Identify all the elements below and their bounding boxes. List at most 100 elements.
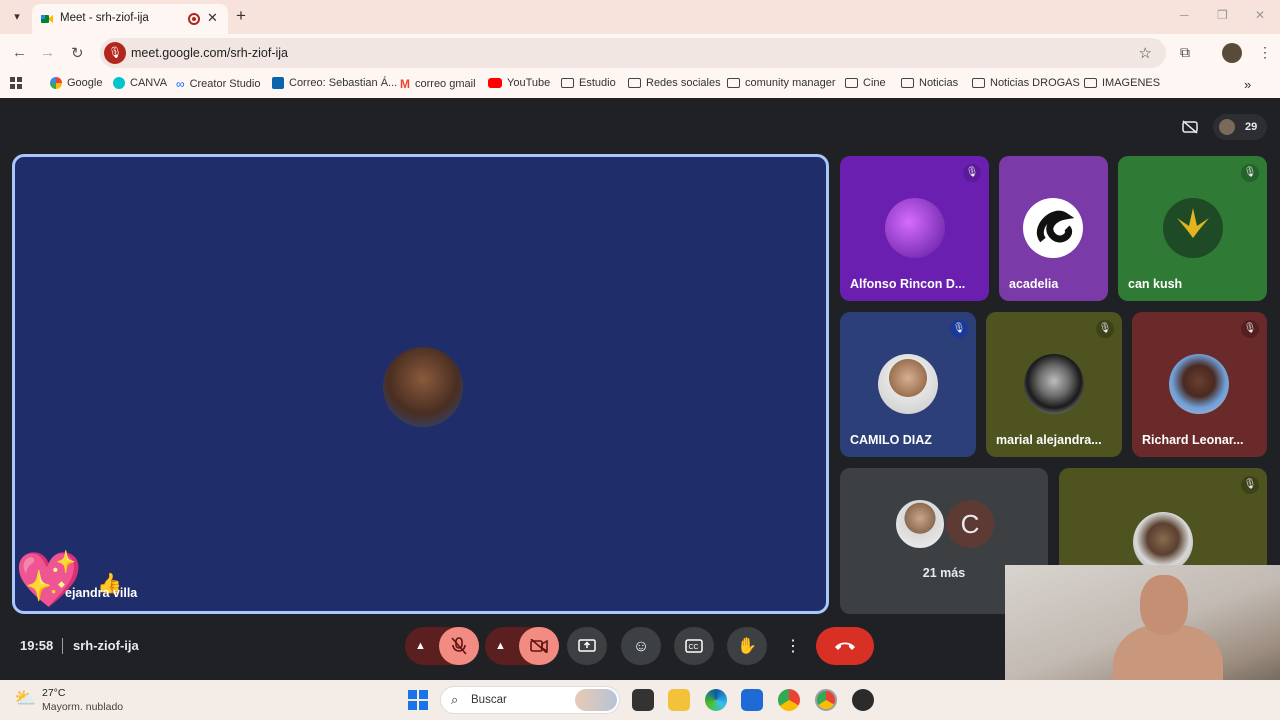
bookmark-star-icon[interactable]: ☆ [1139,44,1152,62]
avatar [894,498,946,550]
new-tab-button[interactable]: + [236,6,246,26]
participant-tile[interactable]: 🎙 Alfonso Rincon D... [840,156,989,301]
extensions-icon[interactable]: ⧉ [1180,44,1190,61]
avatar [878,354,938,414]
leave-call-button[interactable] [816,627,874,665]
file-explorer-icon[interactable] [668,689,690,711]
captions-button[interactable]: CC [674,627,714,665]
emoji-icon: ☺ [632,638,650,655]
menu-kebab-icon[interactable]: ⋮ [1258,44,1272,61]
mic-off-icon: 🎙 [1096,320,1114,338]
weather-cloud-icon[interactable]: ⛅ [14,688,36,709]
browser-toolbar: ← → ↻ 🎙 meet.google.com/srh-ziof-ija ☆ ⧉… [0,34,1280,72]
avatar [1169,354,1229,414]
minimize-icon[interactable]: ─ [1180,8,1189,22]
address-bar[interactable]: 🎙 meet.google.com/srh-ziof-ija ☆ [100,38,1166,68]
outlook-icon [272,77,284,89]
hand-icon: ✋ [737,638,757,655]
mic-off-button[interactable] [439,627,479,665]
bookmarks-bar: Google CANVA ∞ Creator Studio Correo: Seb… [0,72,1280,98]
meeting-time: 19:58 [20,638,54,653]
weather-description: Mayorm. nublado [42,701,124,713]
bookmark-youtube[interactable]: YouTube [488,77,550,89]
bookmark-folder-noticias-drogas[interactable]: Noticias DROGAS [972,77,1080,89]
folder-icon [628,78,641,88]
participant-name: Alfonso Rincon D... [850,277,966,291]
taskbar-search[interactable]: ⌕ Buscar [440,686,620,714]
audio-options-chevron-icon[interactable]: ▲ [415,627,426,665]
bookmark-canva[interactable]: CANVA [113,77,167,89]
mic-off-icon: 🎙 [1241,320,1259,338]
camera-off-button[interactable] [519,627,559,665]
video-options-chevron-icon[interactable]: ▲ [495,627,506,665]
participant-count: 29 [1245,121,1258,133]
close-window-icon[interactable]: ✕ [1255,8,1265,22]
profile-avatar[interactable] [1222,43,1242,63]
youtube-icon [488,78,502,88]
meeting-code: srh-ziof-ija [73,638,139,653]
participants-button[interactable]: 29 [1213,114,1267,140]
more-options-button[interactable]: ⋮ [780,627,806,665]
participant-tile[interactable]: 🎙 can kush [1118,156,1267,301]
main-speaker-tile[interactable]: 💖 👍 ejandra villa [12,154,829,614]
apps-grid-icon[interactable] [10,77,22,89]
folder-icon [727,78,740,88]
chrome-active-icon[interactable] [815,689,837,711]
participant-name: acadelia [1009,277,1059,291]
maximize-icon[interactable]: ❐ [1217,8,1228,22]
bookmark-gmail[interactable]: Mcorreo gmail [400,77,476,91]
bookmark-google[interactable]: Google [50,77,102,89]
close-tab-icon[interactable]: ✕ [207,10,218,26]
app-icon[interactable] [852,689,874,711]
participant-name: CAMILO DIAZ [850,433,932,447]
tab-title: Meet - srh-ziof-ija [60,12,149,24]
avatar [1024,354,1084,414]
participant-tile[interactable]: 🎙 Richard Leonar... [1132,312,1267,457]
task-view-icon[interactable] [632,689,654,711]
chrome-icon[interactable] [778,689,800,711]
reload-icon[interactable]: ↻ [71,44,84,62]
bookmark-folder-redes[interactable]: Redes sociales [628,77,721,89]
mic-control-group: ▲ [405,627,479,665]
store-icon[interactable] [741,689,763,711]
participant-tile[interactable]: 🎙 CAMILO DIAZ [840,312,976,457]
bookmark-folder-estudio[interactable]: Estudio [561,77,616,89]
folder-icon [901,78,914,88]
url-text: meet.google.com/srh-ziof-ija [131,46,289,60]
mic-off-icon: 🎙 [950,320,968,338]
bookmark-outlook[interactable]: Correo: Sebastian Á... [272,77,397,89]
edge-icon[interactable] [705,689,727,711]
main-speaker-name: ejandra villa [65,586,138,600]
tab-meet[interactable]: Meet - srh-ziof-ija ✕ [32,4,228,34]
folder-icon [561,78,574,88]
cc-icon: CC [685,639,703,653]
more-bookmarks-icon[interactable]: » [1244,77,1251,92]
bookmark-folder-comunity[interactable]: comunity manager [727,77,836,89]
folder-icon [845,78,858,88]
recording-icon [188,13,200,25]
raise-hand-button[interactable]: ✋ [727,627,767,665]
camera-control-group: ▲ [485,627,559,665]
participant-tile[interactable]: 🎙 [1059,468,1267,568]
participant-tile[interactable]: 🎙 marial alejandra... [986,312,1122,457]
avatar [1023,198,1083,258]
reactions-button[interactable]: ☺ [621,627,661,665]
back-icon[interactable]: ← [12,44,27,61]
mic-off-icon: 🎙 [1241,164,1259,182]
participant-tile[interactable]: acadelia [999,156,1108,301]
bookmark-folder-noticias[interactable]: Noticias [901,77,958,89]
captions-off-icon[interactable] [1176,114,1204,140]
windows-start-icon[interactable] [408,690,428,710]
search-placeholder: Buscar [471,694,507,706]
bookmark-creator-studio[interactable]: ∞ Creator Studio [176,77,261,91]
forward-icon[interactable]: → [40,44,55,61]
bookmark-folder-imagenes[interactable]: IMAGENES [1084,77,1160,89]
bookmark-folder-cine[interactable]: Cine [845,77,886,89]
participant-name: Richard Leonar... [1142,433,1244,447]
present-screen-button[interactable] [567,627,607,665]
search-icon: ⌕ [451,692,459,707]
canva-icon [113,77,125,89]
folder-icon [972,78,985,88]
tab-search-icon[interactable]: ▾ [8,8,26,26]
microphone-in-use-icon[interactable]: 🎙 [104,42,126,64]
